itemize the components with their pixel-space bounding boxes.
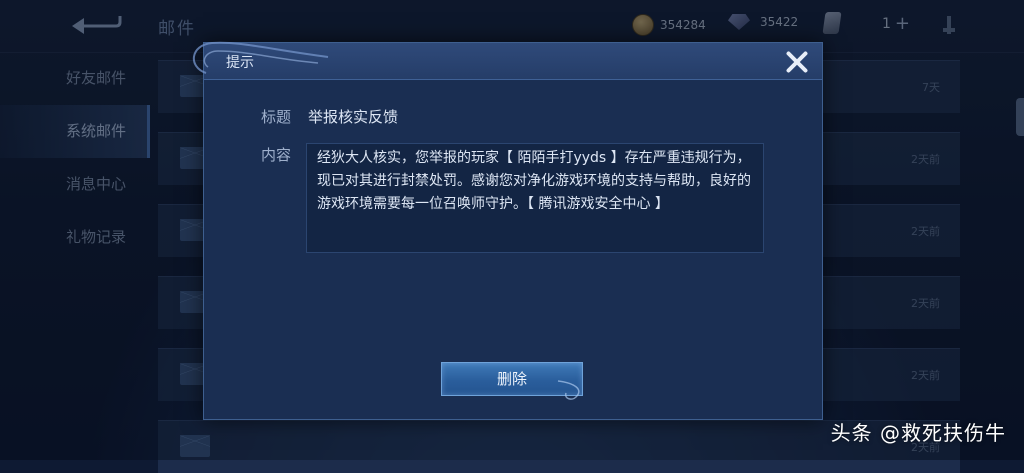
close-icon[interactable] xyxy=(784,49,810,75)
subject-label: 标题 xyxy=(261,108,292,126)
watermark: 头条 @救死扶伤牛 xyxy=(830,421,1006,445)
notice-dialog: 提示 标题 举报核实反馈 内容 经狄大人核实，您举报的玩家【 陌陌手打yyds … xyxy=(193,41,823,420)
subject-text: 举报核实反馈 xyxy=(308,108,399,126)
header-swirl-ornament xyxy=(193,41,329,74)
content-label: 内容 xyxy=(261,146,292,164)
delete-button-label: 删除 xyxy=(496,370,527,388)
dialog-title: 提示 xyxy=(226,55,254,71)
delete-button[interactable]: 删除 xyxy=(441,362,583,400)
content-text: 经狄大人核实，您举报的玩家【 陌陌手打yyds 】存在严重违规行为，现已对其进行… xyxy=(306,143,764,253)
button-swirl-ornament xyxy=(557,380,580,400)
dialog-header: 提示 xyxy=(193,41,822,80)
